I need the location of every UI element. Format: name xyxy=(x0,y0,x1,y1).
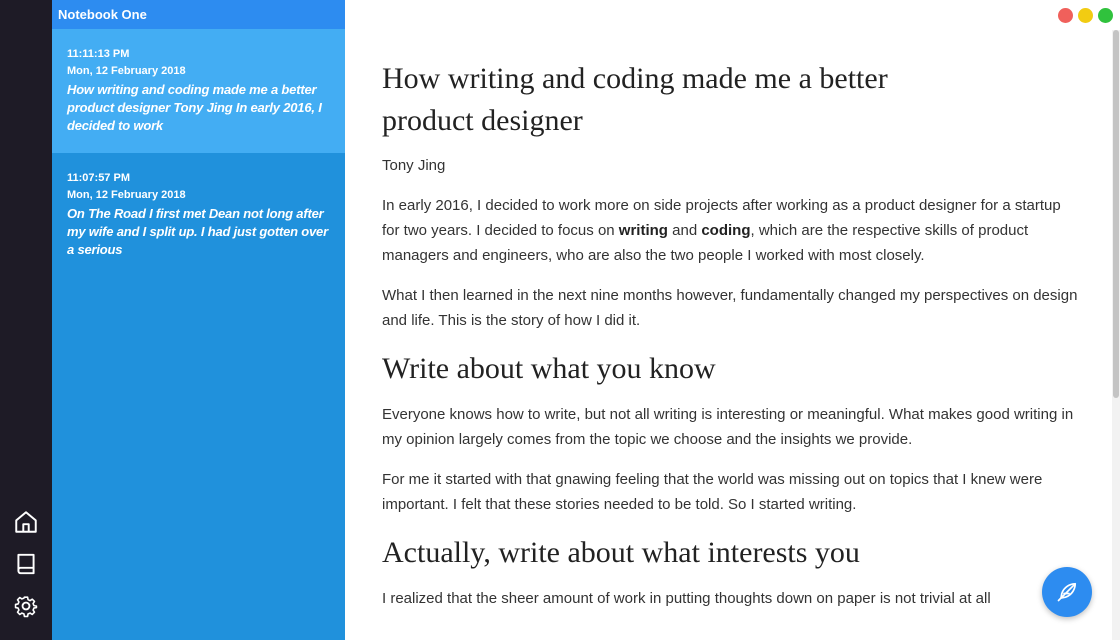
icon-rail xyxy=(0,0,52,640)
paragraph: Everyone knows how to write, but not all… xyxy=(382,406,1074,448)
notes-list-panel: Notebook One 11:11:13 PM Mon, 12 Februar… xyxy=(52,0,345,640)
paragraph: For me it started with that gnawing feel… xyxy=(382,471,1043,513)
window-close-button[interactable] xyxy=(1058,8,1073,23)
note-editor[interactable]: How writing and coding made me a better … xyxy=(345,0,1120,640)
window-maximize-button[interactable] xyxy=(1098,8,1113,23)
note-content[interactable]: How writing and coding made me a better … xyxy=(382,58,1082,626)
book-icon[interactable] xyxy=(13,551,39,577)
paragraph: In early 2016, I decided to work more on… xyxy=(382,197,1061,264)
note-date: Mon, 12 February 2018 xyxy=(67,65,186,77)
bold-text: coding xyxy=(701,222,751,239)
paragraph: What I then learned in the next nine mon… xyxy=(382,287,1078,329)
note-time: 11:11:13 PM xyxy=(67,48,130,60)
document-author: Tony Jing xyxy=(382,157,446,174)
section-heading: Actually, write about what interests you xyxy=(382,536,860,569)
paragraph: I realized that the sheer amount of work… xyxy=(382,590,991,607)
window-minimize-button[interactable] xyxy=(1078,8,1093,23)
note-item-active[interactable]: 11:11:13 PM Mon, 12 February 2018 How wr… xyxy=(52,29,345,153)
home-icon[interactable] xyxy=(13,509,39,535)
note-item[interactable]: 11:07:57 PM Mon, 12 February 2018 On The… xyxy=(52,153,345,259)
note-preview: How writing and coding made me a better … xyxy=(67,82,322,133)
section-heading: Write about what you know xyxy=(382,352,716,385)
bold-text: writing xyxy=(618,222,668,239)
scrollbar-thumb[interactable] xyxy=(1113,30,1119,398)
new-note-button[interactable] xyxy=(1042,567,1092,617)
note-date: Mon, 12 February 2018 xyxy=(67,189,186,201)
note-time: 11:07:57 PM xyxy=(67,172,130,184)
note-preview: On The Road I first met Dean not long af… xyxy=(67,206,328,257)
gear-icon[interactable] xyxy=(13,593,39,619)
notebook-title: Notebook One xyxy=(52,0,345,29)
feather-pen-icon xyxy=(1057,582,1077,602)
document-title: How writing and coding made me a better … xyxy=(382,62,888,137)
